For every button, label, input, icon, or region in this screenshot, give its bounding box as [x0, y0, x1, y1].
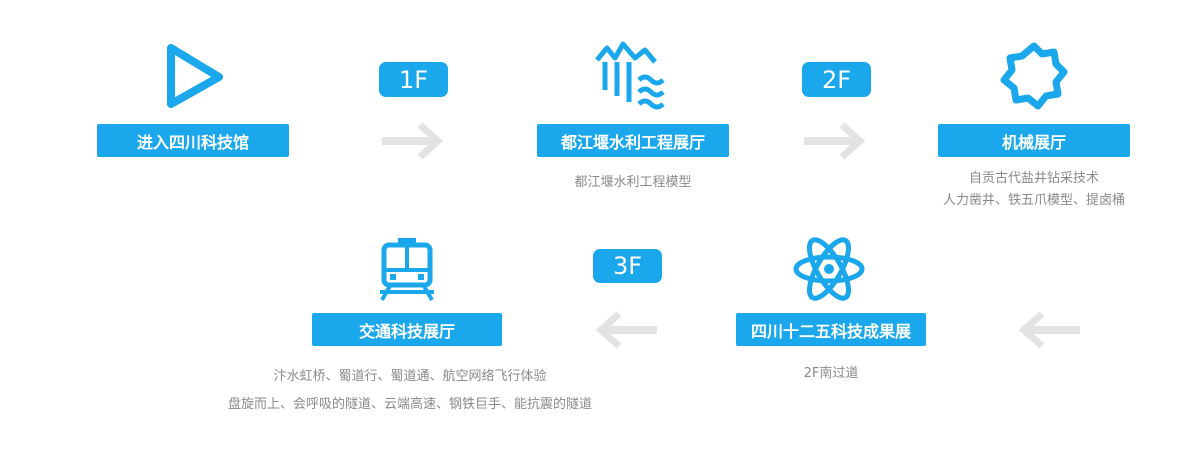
step-achievements-desc: 2F南过道 [756, 363, 906, 385]
dam-water-icon [593, 40, 673, 112]
floor-badge-2f: 2F [802, 62, 871, 97]
arrow-left-icon [593, 309, 659, 351]
arrow-right-icon [380, 120, 446, 162]
step-enter-museum: 进入四川科技馆 [97, 124, 289, 157]
step-dujiangyan-desc: 都江堰水利工程模型 [533, 172, 733, 194]
desc-line: 2F南过道 [803, 366, 859, 381]
step-machinery-desc: 自贡古代盐井钻采技术 人力凿井、铁五爪模型、提卤桶 [914, 168, 1154, 212]
desc-line: 都江堰水利工程模型 [574, 175, 692, 190]
desc-line: 盘旋而上、会呼吸的隧道、云端高速、钢铁巨手、能抗震的隧道 [227, 397, 592, 412]
desc-line: 人力凿井、铁五爪模型、提卤桶 [942, 193, 1125, 208]
arrow-right-icon [802, 120, 868, 162]
step-machinery-hall: 机械展厅 [938, 124, 1130, 157]
train-icon [378, 236, 436, 302]
step-dujiangyan-hall: 都江堰水利工程展厅 [537, 124, 729, 157]
gear-icon [998, 40, 1070, 112]
step-transport-hall: 交通科技展厅 [312, 313, 502, 346]
play-icon [165, 42, 225, 108]
atom-icon [792, 234, 866, 304]
floor-badge-1f: 1F [379, 62, 448, 97]
desc-line: 汴水虹桥、蜀道行、蜀道通、航空网络飞行体验 [273, 369, 547, 384]
step-achievements-exhibit: 四川十二五科技成果展 [736, 313, 926, 346]
step-transport-desc: 汴水虹桥、蜀道行、蜀道通、航空网络飞行体验 盘旋而上、会呼吸的隧道、云端高速、钢… [160, 363, 660, 419]
arrow-left-icon [1016, 309, 1082, 351]
floor-badge-3f: 3F [593, 249, 662, 283]
desc-line: 自贡古代盐井钻采技术 [968, 171, 1099, 186]
